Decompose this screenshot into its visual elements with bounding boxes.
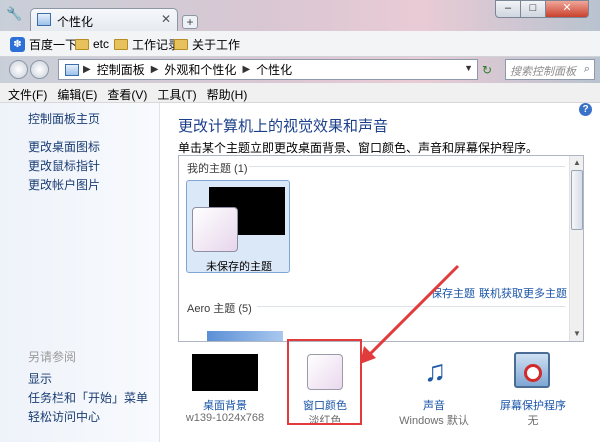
sounds-value: Windows 默认	[399, 415, 469, 427]
tab-title: 个性化	[57, 15, 94, 29]
link-taskbar-start[interactable]: 任务栏和「开始」菜单	[28, 389, 148, 406]
favorite-baidu[interactable]: ✽ 百度一下	[10, 36, 77, 52]
search-placeholder: 搜索控制面板	[510, 66, 576, 78]
divider	[257, 306, 565, 307]
link-mouse-pointers[interactable]: 更改鼠标指针	[28, 157, 100, 174]
link-desktop-icons[interactable]: 更改桌面图标	[28, 138, 100, 155]
annotation-highlight-box	[287, 339, 362, 425]
desktop-background-label: 桌面背景	[203, 400, 247, 412]
screen-saver-value: 无	[527, 415, 539, 427]
search-input[interactable]: 搜索控制面板 ⌕	[505, 59, 595, 80]
link-display[interactable]: 显示	[28, 370, 52, 387]
minimize-button[interactable]: –	[495, 0, 521, 18]
theme-unsaved[interactable]: 未保存的主题	[186, 180, 290, 273]
prohibited-icon	[524, 364, 542, 382]
title-strip: 🔧 个性化 ✕ + – □ ✕	[0, 0, 600, 31]
music-notes-icon: ♫	[423, 355, 447, 388]
control-panel-icon	[37, 13, 51, 26]
desktop-background-value: w139-1024x768	[185, 412, 265, 424]
tab-personalization[interactable]: 个性化 ✕	[30, 8, 178, 31]
theme-label: 未保存的主题	[206, 261, 272, 273]
favorite-label: 百度一下	[29, 37, 78, 52]
search-icon[interactable]: ⌕	[584, 63, 590, 76]
page-title: 更改计算机上的视觉效果和声音	[178, 118, 389, 135]
sounds-label: 声音	[423, 400, 445, 412]
screen-saver-icon	[514, 352, 550, 388]
menu-help[interactable]: 帮助(H)	[207, 83, 248, 102]
back-button[interactable]	[9, 60, 28, 79]
favorite-label: 关于工作	[192, 37, 241, 52]
save-theme-link[interactable]: 保存主题	[431, 285, 475, 301]
paw-icon: ✽	[10, 36, 25, 52]
favorite-label: 工作记录	[132, 37, 181, 52]
chevron-down-icon[interactable]: ▼	[464, 63, 473, 73]
menu-file[interactable]: 文件(F)	[8, 83, 47, 102]
forward-button[interactable]	[30, 60, 49, 79]
favorite-about-work[interactable]: 关于工作	[174, 36, 240, 52]
screen-saver-label: 屏幕保护程序	[500, 400, 566, 412]
breadcrumb-personalization[interactable]: 个性化	[256, 61, 292, 78]
scroll-thumb[interactable]	[571, 170, 583, 230]
folder-icon	[75, 38, 89, 50]
maximize-button[interactable]: □	[520, 0, 546, 18]
tab-close-icon[interactable]: ✕	[161, 12, 171, 26]
theme-window-thumbnail	[192, 207, 238, 252]
desktop-background-thumbnail	[192, 354, 258, 391]
favorite-work-log[interactable]: 工作记录	[114, 36, 180, 52]
menu-tools[interactable]: 工具(T)	[157, 83, 196, 102]
folder-icon	[114, 38, 128, 50]
theme-scrollbar[interactable]: ▲ ▼	[569, 156, 583, 341]
my-themes-title: 我的主题 (1)	[187, 163, 248, 175]
link-control-panel-home[interactable]: 控制面板主页	[28, 110, 100, 127]
new-tab-button[interactable]: +	[182, 15, 198, 29]
favorites-bar: ✽ 百度一下 etc 工作记录 关于工作	[0, 31, 600, 57]
wrench-icon[interactable]: 🔧	[6, 6, 22, 22]
menu-bar: 文件(F) 编辑(E) 查看(V) 工具(T) 帮助(H)	[0, 83, 600, 103]
help-icon[interactable]: ?	[579, 103, 592, 116]
chevron-right-icon: ▶	[150, 64, 159, 75]
task-pane: 控制面板主页 更改桌面图标 更改鼠标指针 更改帐户图片 另请参阅 显示 任务栏和…	[0, 103, 160, 442]
breadcrumb-appearance[interactable]: 外观和个性化 ▶	[164, 61, 250, 78]
favorite-etc[interactable]: etc	[75, 36, 109, 52]
scroll-up-icon[interactable]: ▲	[570, 156, 583, 170]
scroll-down-icon[interactable]: ▼	[570, 327, 583, 341]
refresh-icon[interactable]: ↻	[482, 63, 492, 77]
address-bar[interactable]: ▶ 控制面板 ▶ 外观和个性化 ▶ 个性化 ▼	[58, 59, 478, 80]
favorite-label: etc	[93, 37, 110, 51]
breadcrumb-control-panel[interactable]: 控制面板 ▶	[97, 61, 159, 78]
aero-theme-thumbnail[interactable]	[207, 331, 283, 341]
theme-list: 我的主题 (1) 未保存的主题 保存主题 联机获取更多主题 Aero 主题 (5…	[178, 155, 584, 342]
page-description: 单击某个主题立即更改桌面背景、窗口颜色、声音和屏幕保护程序。	[178, 141, 539, 155]
aero-themes-title: Aero 主题 (5)	[187, 303, 252, 315]
address-row: ▶ 控制面板 ▶ 外观和个性化 ▶ 个性化 ▼ ↻ 搜索控制面板 ⌕	[0, 57, 600, 83]
control-panel-icon	[65, 63, 79, 76]
menu-view[interactable]: 查看(V)	[107, 83, 147, 102]
link-account-picture[interactable]: 更改帐户图片	[28, 176, 100, 193]
divider	[249, 166, 565, 167]
close-button[interactable]: ✕	[545, 0, 589, 18]
link-ease-of-access[interactable]: 轻松访问中心	[28, 408, 100, 425]
chevron-right-icon: ▶	[83, 64, 91, 75]
folder-icon	[174, 38, 188, 50]
menu-edit[interactable]: 编辑(E)	[57, 83, 97, 102]
chevron-right-icon: ▶	[242, 64, 251, 75]
see-also-title: 另请参阅	[28, 350, 77, 364]
more-themes-link[interactable]: 联机获取更多主题	[479, 285, 567, 301]
